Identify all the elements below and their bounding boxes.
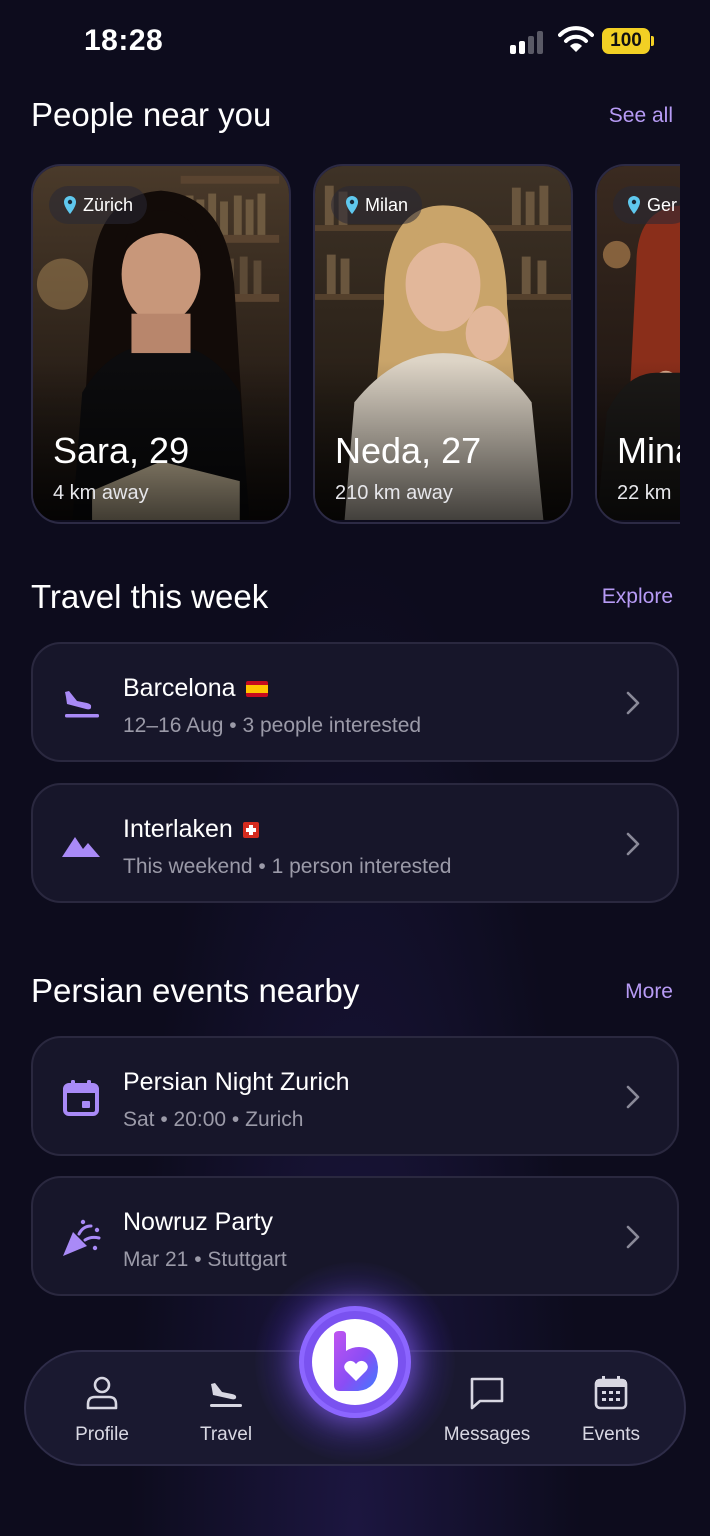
signal-icon xyxy=(510,30,550,54)
mountain-icon xyxy=(62,837,100,857)
location-label: Ger xyxy=(647,194,678,215)
events-section-title: Persian events nearby xyxy=(31,972,360,1009)
person-card[interactable]: Zürich Sara, 29 4 km away xyxy=(31,164,291,524)
person-distance: 4 km away xyxy=(53,482,149,504)
location-pin-icon xyxy=(64,196,76,214)
nav-label: Events xyxy=(581,1424,641,1445)
see-all-link[interactable]: See all xyxy=(609,104,673,128)
location-pin-icon xyxy=(628,196,640,214)
nav-events[interactable]: Events xyxy=(556,1374,666,1446)
calendar-icon xyxy=(63,1080,99,1116)
trip-card-interlaken[interactable]: Interlaken This weekend • 1 person inter… xyxy=(31,783,679,903)
trip-card-barcelona[interactable]: Barcelona 12–16 Aug • 3 people intereste… xyxy=(31,642,679,762)
nav-label: Travel xyxy=(199,1424,253,1445)
person-card[interactable]: Ger Mina 22 km xyxy=(595,164,680,524)
person-name: Sara, 29 xyxy=(53,430,190,471)
chat-icon xyxy=(470,1377,504,1410)
person-icon xyxy=(86,1376,118,1410)
home-screen: 18:28 100 People near you See all Zürich… xyxy=(0,0,710,1536)
nav-label: Messages xyxy=(443,1424,531,1445)
person-card[interactable]: Milan Neda, 27 210 km away xyxy=(313,164,573,524)
chevron-right-icon xyxy=(626,1225,640,1249)
battery-icon: 100 xyxy=(602,28,654,54)
location-chip: Milan xyxy=(331,186,423,224)
nav-label: Profile xyxy=(75,1424,129,1445)
location-label: Zürich xyxy=(83,194,134,215)
location-pin-icon xyxy=(346,196,358,214)
people-carousel[interactable]: Zürich Sara, 29 4 km away Milan Neda, 27… xyxy=(31,164,680,526)
battery-level: 100 xyxy=(602,28,650,54)
chevron-right-icon xyxy=(626,1085,640,1109)
person-name: Mina xyxy=(617,430,680,471)
event-title: Persian Night Zurich xyxy=(123,1068,350,1096)
location-chip: Zürich xyxy=(49,186,148,224)
more-link[interactable]: More xyxy=(625,980,673,1004)
location-chip: Ger xyxy=(613,186,680,224)
person-distance: 22 km xyxy=(617,482,672,504)
trip-title: Barcelona xyxy=(123,674,236,702)
party-popper-icon xyxy=(63,1219,101,1256)
status-bar: 18:28 100 xyxy=(0,0,710,80)
travel-section-title: Travel this week xyxy=(31,578,269,615)
explore-link[interactable]: Explore xyxy=(602,585,673,609)
event-subtitle: Sat • 20:00 • Zurich xyxy=(123,1108,304,1131)
trip-subtitle: This weekend • 1 person interested xyxy=(123,855,452,878)
wifi-icon xyxy=(558,26,594,52)
person-name: Neda, 27 xyxy=(335,430,482,471)
airplane-icon xyxy=(210,1383,242,1407)
people-section-title: People near you xyxy=(31,96,272,133)
event-card-persian-night[interactable]: Persian Night Zurich Sat • 20:00 • Zuric… xyxy=(31,1036,679,1156)
event-subtitle: Mar 21 • Stuttgart xyxy=(123,1248,287,1271)
switzerland-flag-icon xyxy=(242,821,259,838)
person-distance: 210 km away xyxy=(335,482,453,504)
event-title: Nowruz Party xyxy=(123,1208,274,1236)
spain-flag-icon xyxy=(245,680,268,697)
status-time: 18:28 xyxy=(84,24,164,57)
app-logo-button[interactable] xyxy=(299,1306,411,1418)
nav-profile[interactable]: Profile xyxy=(47,1374,157,1446)
calendar-grid-icon xyxy=(594,1376,628,1410)
location-label: Milan xyxy=(365,194,409,215)
chevron-right-icon xyxy=(626,832,640,856)
chevron-right-icon xyxy=(626,691,640,715)
trip-title: Interlaken xyxy=(123,815,233,843)
airplane-landing-icon xyxy=(65,691,99,718)
trip-subtitle: 12–16 Aug • 3 people interested xyxy=(123,714,422,737)
app-logo-icon xyxy=(334,1331,378,1391)
